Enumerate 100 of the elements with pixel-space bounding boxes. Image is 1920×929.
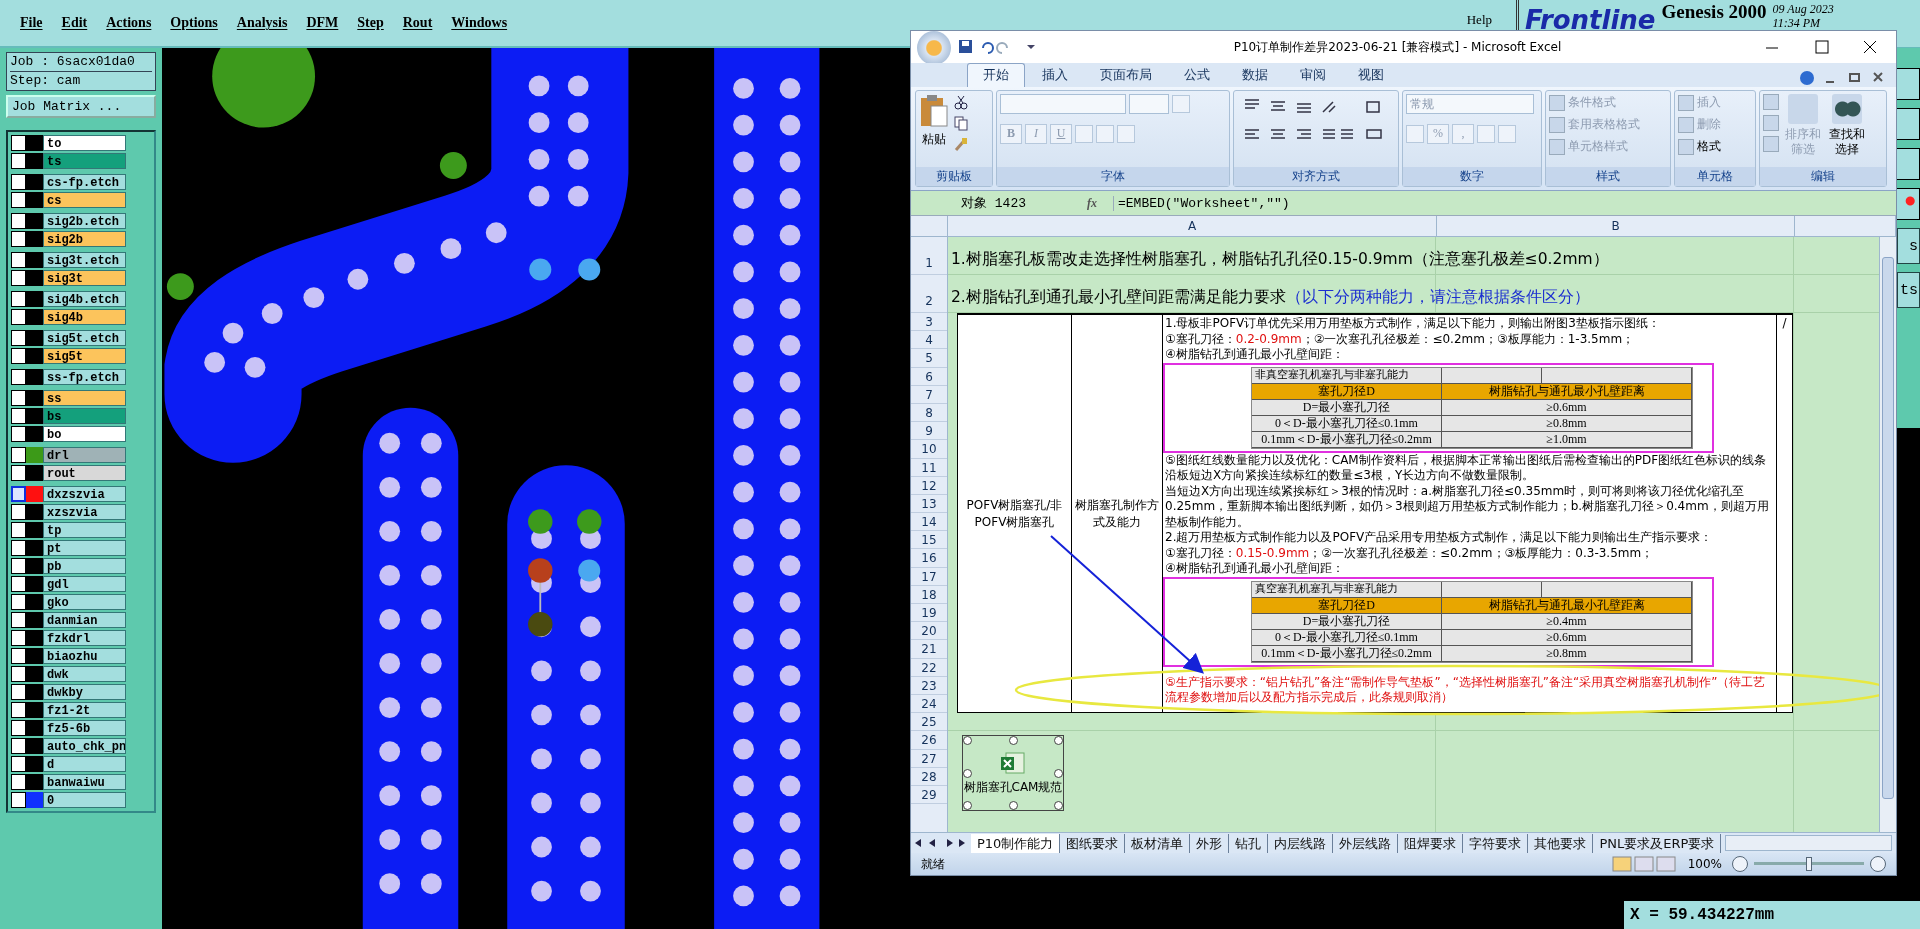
layer-color-swatch[interactable] (26, 576, 43, 592)
row-header[interactable]: 9 (911, 422, 947, 441)
menu-item[interactable]: Options (170, 15, 218, 31)
menu-item[interactable]: Edit (61, 15, 88, 31)
layer-name[interactable]: to (43, 135, 126, 151)
font-name-field[interactable] (1000, 94, 1126, 114)
menu-item[interactable]: Analysis (236, 15, 288, 31)
layer-checkbox[interactable] (11, 270, 26, 286)
zoom-out-icon[interactable] (1732, 856, 1748, 872)
layer-name[interactable]: dwkby (43, 684, 126, 700)
ribbon-tab[interactable]: 插入 (1027, 64, 1083, 87)
ribbon-command-icon[interactable] (1832, 94, 1862, 124)
help-menu[interactable]: Help (1466, 12, 1492, 28)
zoom-slider-thumb[interactable] (1806, 857, 1812, 871)
layer-checkbox[interactable] (11, 486, 26, 502)
resize-handle[interactable] (1009, 736, 1018, 746)
row-header[interactable]: 7 (911, 385, 947, 404)
layer-color-swatch[interactable] (26, 666, 43, 682)
row-header[interactable]: 14 (911, 513, 947, 532)
layer-name[interactable]: tp (43, 522, 126, 538)
layer-checkbox[interactable] (11, 756, 26, 772)
layer-name[interactable]: ss (43, 390, 126, 406)
layer-checkbox[interactable] (11, 153, 26, 169)
copy-icon[interactable] (953, 115, 969, 131)
layer-name[interactable]: sig4b.etch (43, 291, 126, 307)
layer-checkbox[interactable] (11, 192, 26, 208)
layer-checkbox[interactable] (11, 369, 26, 385)
layer-name[interactable]: sig3t.etch (43, 252, 126, 268)
ribbon-command[interactable]: 查找和选择 (1827, 127, 1867, 157)
row-header[interactable]: 21 (911, 640, 947, 659)
row-header[interactable]: 19 (911, 604, 947, 623)
sheet-tab[interactable]: 内层线路 (1268, 833, 1334, 853)
row-header[interactable]: 26 (911, 731, 947, 750)
layer-name[interactable]: fzkdrl (43, 630, 126, 646)
sheet-tab[interactable]: 其他要求 (1528, 833, 1594, 853)
ribbon-tab[interactable]: 数据 (1227, 64, 1283, 87)
layer-name[interactable]: bo (43, 426, 126, 442)
layer-checkbox[interactable] (11, 309, 26, 325)
layer-color-swatch[interactable] (26, 612, 43, 628)
row-header[interactable]: 5 (911, 349, 947, 368)
font-size-field[interactable] (1129, 94, 1169, 114)
layer-checkbox[interactable] (11, 522, 26, 538)
layer-checkbox[interactable] (11, 447, 26, 463)
layer-color-swatch[interactable] (26, 390, 43, 406)
layer-checkbox[interactable] (11, 666, 26, 682)
layer-color-swatch[interactable] (26, 648, 43, 664)
menu-item[interactable]: File (20, 15, 43, 31)
sheet-tab[interactable]: 字符要求 (1463, 833, 1529, 853)
row-header[interactable]: 4 (911, 331, 947, 350)
resize-handle[interactable] (963, 769, 972, 779)
sheet-tab[interactable]: 外形 (1190, 833, 1230, 853)
sheet-tab[interactable]: 外层线路 (1333, 833, 1399, 853)
scissors-icon[interactable] (953, 94, 969, 110)
panel-button[interactable]: s (1897, 228, 1920, 264)
layer-name[interactable]: bs (43, 408, 126, 424)
row-header[interactable]: 22 (911, 658, 947, 677)
layer-color-swatch[interactable] (26, 135, 43, 151)
resize-handle[interactable] (1054, 801, 1063, 811)
view-mode-icons[interactable] (1611, 856, 1678, 872)
job-matrix-button[interactable]: Job Matrix ... (6, 95, 156, 118)
row-header[interactable]: 12 (911, 476, 947, 495)
layer-checkbox[interactable] (11, 330, 26, 346)
layer-name[interactable]: banwaiwu (43, 774, 126, 790)
layer-name[interactable]: drl (43, 447, 126, 463)
layer-checkbox[interactable] (11, 702, 26, 718)
layer-color-swatch[interactable] (26, 231, 43, 247)
menu-item[interactable]: Actions (106, 15, 152, 31)
row-header[interactable]: 11 (911, 458, 947, 477)
office-button-icon[interactable] (917, 31, 951, 65)
layer-checkbox[interactable] (11, 648, 26, 664)
layer-checkbox[interactable] (11, 684, 26, 700)
layer-checkbox[interactable] (11, 630, 26, 646)
layer-name[interactable]: cs (43, 192, 126, 208)
row-header[interactable]: 3 (911, 313, 947, 332)
layer-name[interactable]: gdl (43, 576, 126, 592)
layer-name[interactable]: xzszvia (43, 504, 126, 520)
layer-color-swatch[interactable] (26, 252, 43, 268)
row-header[interactable]: 10 (911, 440, 947, 459)
layer-color-swatch[interactable] (26, 408, 43, 424)
layer-color-swatch[interactable] (26, 486, 43, 502)
row-header[interactable]: 8 (911, 403, 947, 423)
layer-color-swatch[interactable] (26, 792, 43, 808)
menu-item[interactable]: Windows (451, 15, 508, 31)
layer-name[interactable]: 0 (43, 792, 126, 808)
layer-checkbox[interactable] (11, 213, 26, 229)
ribbon-tab[interactable]: 审阅 (1285, 64, 1341, 87)
layer-color-swatch[interactable] (26, 774, 43, 790)
column-header[interactable]: A (948, 216, 1437, 236)
quick-access-icon[interactable] (957, 38, 1037, 56)
layer-color-swatch[interactable] (26, 540, 43, 556)
layer-checkbox[interactable] (11, 465, 26, 481)
layer-color-swatch[interactable] (26, 630, 43, 646)
layer-checkbox[interactable] (11, 231, 26, 247)
ribbon-tab[interactable]: 公式 (1169, 64, 1225, 87)
layer-color-swatch[interactable] (26, 369, 43, 385)
layer-name[interactable]: d (43, 756, 126, 772)
layer-checkbox[interactable] (11, 540, 26, 556)
layer-name[interactable]: fz5-6b (43, 720, 126, 736)
row-header[interactable]: 13 (911, 494, 947, 514)
layer-checkbox[interactable] (11, 252, 26, 268)
